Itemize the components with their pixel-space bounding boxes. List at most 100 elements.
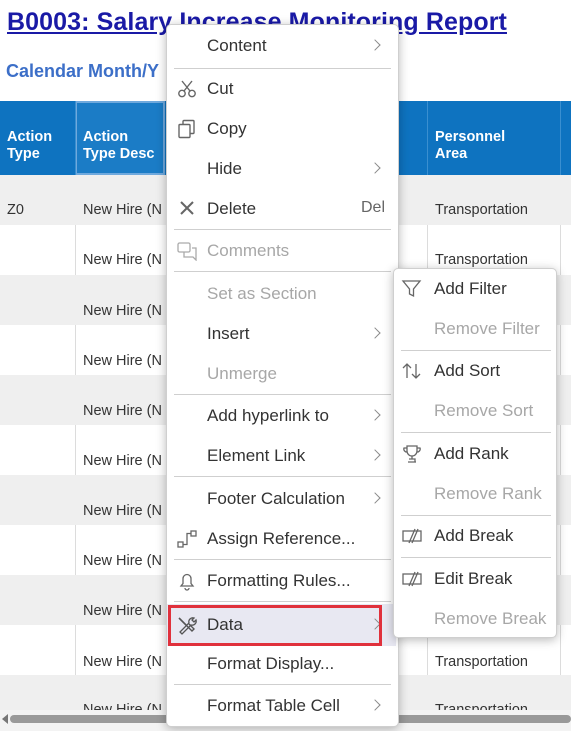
- highlight-annotation-box: [168, 605, 382, 646]
- chevron-right-icon: [369, 327, 381, 339]
- cell-action-type-desc[interactable]: New Hire (N: [83, 503, 162, 519]
- submenu-item-remove-sort[interactable]: Remove Sort: [394, 391, 556, 431]
- break-icon: [402, 571, 422, 587]
- menu-item-element-link[interactable]: Element Link: [167, 436, 398, 476]
- scroll-left-arrow-icon[interactable]: [2, 714, 8, 724]
- menu-separator: [174, 394, 391, 395]
- menu-item-label: Element Link: [207, 446, 306, 465]
- menu-item-label: Add hyperlink to: [207, 406, 329, 425]
- menu-item-cut[interactable]: Cut: [167, 69, 398, 109]
- menu-item-comments[interactable]: Comments: [167, 231, 398, 271]
- menu-separator: [401, 557, 551, 558]
- break-icon: [402, 528, 422, 544]
- chevron-right-icon: [369, 492, 381, 504]
- menu-separator: [401, 432, 551, 433]
- scissors-icon: [178, 80, 196, 98]
- menu-item-delete[interactable]: Delete Del: [167, 189, 398, 229]
- header-line: Action: [7, 129, 53, 145]
- submenu-item-add-filter[interactable]: Add Filter: [394, 269, 556, 309]
- menu-item-formatting-rules[interactable]: Formatting Rules...: [167, 561, 398, 601]
- submenu-item-label: Remove Rank: [434, 484, 542, 503]
- menu-separator: [174, 684, 391, 685]
- menu-item-label: Unmerge: [207, 364, 277, 383]
- cell-personnel-area[interactable]: Transportation: [435, 202, 528, 218]
- header-personnel-area[interactable]: Personnel Area: [435, 129, 505, 163]
- submenu-item-label: Add Sort: [434, 361, 501, 380]
- filter-icon: [401, 280, 422, 298]
- cell-action-type-desc[interactable]: New Hire (N: [83, 202, 162, 218]
- header-divider: [560, 101, 561, 175]
- menu-item-label: Hide: [207, 159, 242, 178]
- menu-item-label: Set as Section: [207, 284, 317, 303]
- chevron-right-icon: [369, 699, 381, 711]
- menu-separator: [174, 476, 391, 477]
- menu-item-label: Footer Calculation: [207, 489, 345, 508]
- menu-item-label: Format Table Cell: [207, 696, 340, 715]
- header-line: Area: [435, 146, 468, 162]
- sort-icon: [402, 363, 421, 379]
- cell-action-type-desc[interactable]: New Hire (N: [83, 252, 162, 268]
- menu-item-hide[interactable]: Hide: [167, 149, 398, 189]
- cell-action-type[interactable]: Z0: [7, 202, 24, 218]
- submenu-item-label: Add Break: [434, 526, 514, 545]
- submenu-item-edit-break[interactable]: Edit Break: [394, 559, 556, 599]
- menu-item-content[interactable]: Content: [167, 26, 398, 66]
- header-divider: [427, 101, 428, 175]
- chevron-right-icon: [369, 409, 381, 421]
- cell-action-type-desc[interactable]: New Hire (N: [83, 654, 162, 670]
- trophy-icon: [403, 445, 421, 463]
- menu-item-format-table-cell[interactable]: Format Table Cell: [167, 686, 398, 726]
- cell-personnel-area[interactable]: Transportation: [435, 702, 528, 710]
- cell-action-type-desc[interactable]: New Hire (N: [83, 303, 162, 319]
- menu-item-label: Copy: [207, 119, 247, 138]
- submenu-item-add-sort[interactable]: Add Sort: [394, 351, 556, 391]
- menu-separator: [174, 271, 391, 272]
- chevron-right-icon: [369, 449, 381, 461]
- menu-separator: [174, 601, 391, 602]
- menu-item-label: Formatting Rules...: [207, 571, 351, 590]
- menu-item-label: Cut: [207, 79, 234, 98]
- menu-item-set-as-section[interactable]: Set as Section: [167, 274, 398, 314]
- header-line: Type Desc: [83, 146, 155, 162]
- menu-separator: [174, 559, 391, 560]
- submenu-item-remove-rank[interactable]: Remove Rank: [394, 474, 556, 514]
- menu-item-add-hyperlink[interactable]: Add hyperlink to: [167, 396, 398, 436]
- menu-item-format-display[interactable]: Format Display...: [167, 644, 398, 684]
- cell-action-type-desc[interactable]: New Hire (N: [83, 702, 162, 710]
- menu-item-copy[interactable]: Copy: [167, 109, 398, 149]
- cell-action-type-desc[interactable]: New Hire (N: [83, 453, 162, 469]
- cell-personnel-area[interactable]: Transportation: [435, 654, 528, 670]
- header-line: Personnel: [435, 129, 506, 145]
- comments-icon: [177, 242, 197, 261]
- submenu-item-add-rank[interactable]: Add Rank: [394, 434, 556, 474]
- menu-item-assign-reference[interactable]: Assign Reference...: [167, 519, 398, 559]
- submenu-item-remove-break[interactable]: Remove Break: [394, 599, 556, 639]
- header-action-type-desc[interactable]: Action Type Desc: [83, 129, 154, 163]
- menu-item-unmerge[interactable]: Unmerge: [167, 354, 398, 394]
- header-action-type[interactable]: Action Type: [7, 129, 52, 163]
- header-line: Action: [83, 129, 129, 145]
- menu-item-insert[interactable]: Insert: [167, 314, 398, 354]
- menu-item-label: Assign Reference...: [207, 529, 356, 548]
- chevron-right-icon: [369, 39, 381, 51]
- menu-item-footer-calculation[interactable]: Footer Calculation: [167, 479, 398, 519]
- shortcut-label: Del: [361, 199, 386, 216]
- delete-x-icon: [180, 201, 194, 215]
- menu-item-label: Format Display...: [207, 654, 335, 673]
- cell-action-type-desc[interactable]: New Hire (N: [83, 603, 162, 619]
- context-menu: Content Cut Copy Hide Delete Del Comment…: [166, 24, 399, 727]
- submenu-item-add-break[interactable]: Add Break: [394, 516, 556, 556]
- cell-action-type-desc[interactable]: New Hire (N: [83, 353, 162, 369]
- cell-action-type-desc[interactable]: New Hire (N: [83, 403, 162, 419]
- header-divider: [75, 101, 76, 175]
- menu-item-data[interactable]: Data: [167, 604, 396, 646]
- submenu-item-label: Remove Sort: [434, 401, 534, 420]
- cell-action-type-desc[interactable]: New Hire (N: [83, 553, 162, 569]
- data-submenu: Add Filter Remove Filter Add Sort Remove…: [393, 268, 557, 638]
- submenu-item-label: Add Filter: [434, 279, 507, 298]
- submenu-item-remove-filter[interactable]: Remove Filter: [394, 309, 556, 349]
- menu-item-label: Delete: [207, 199, 257, 218]
- cell-personnel-area[interactable]: Transportation: [435, 252, 528, 268]
- menu-separator: [174, 229, 391, 230]
- assign-reference-icon: [177, 530, 197, 548]
